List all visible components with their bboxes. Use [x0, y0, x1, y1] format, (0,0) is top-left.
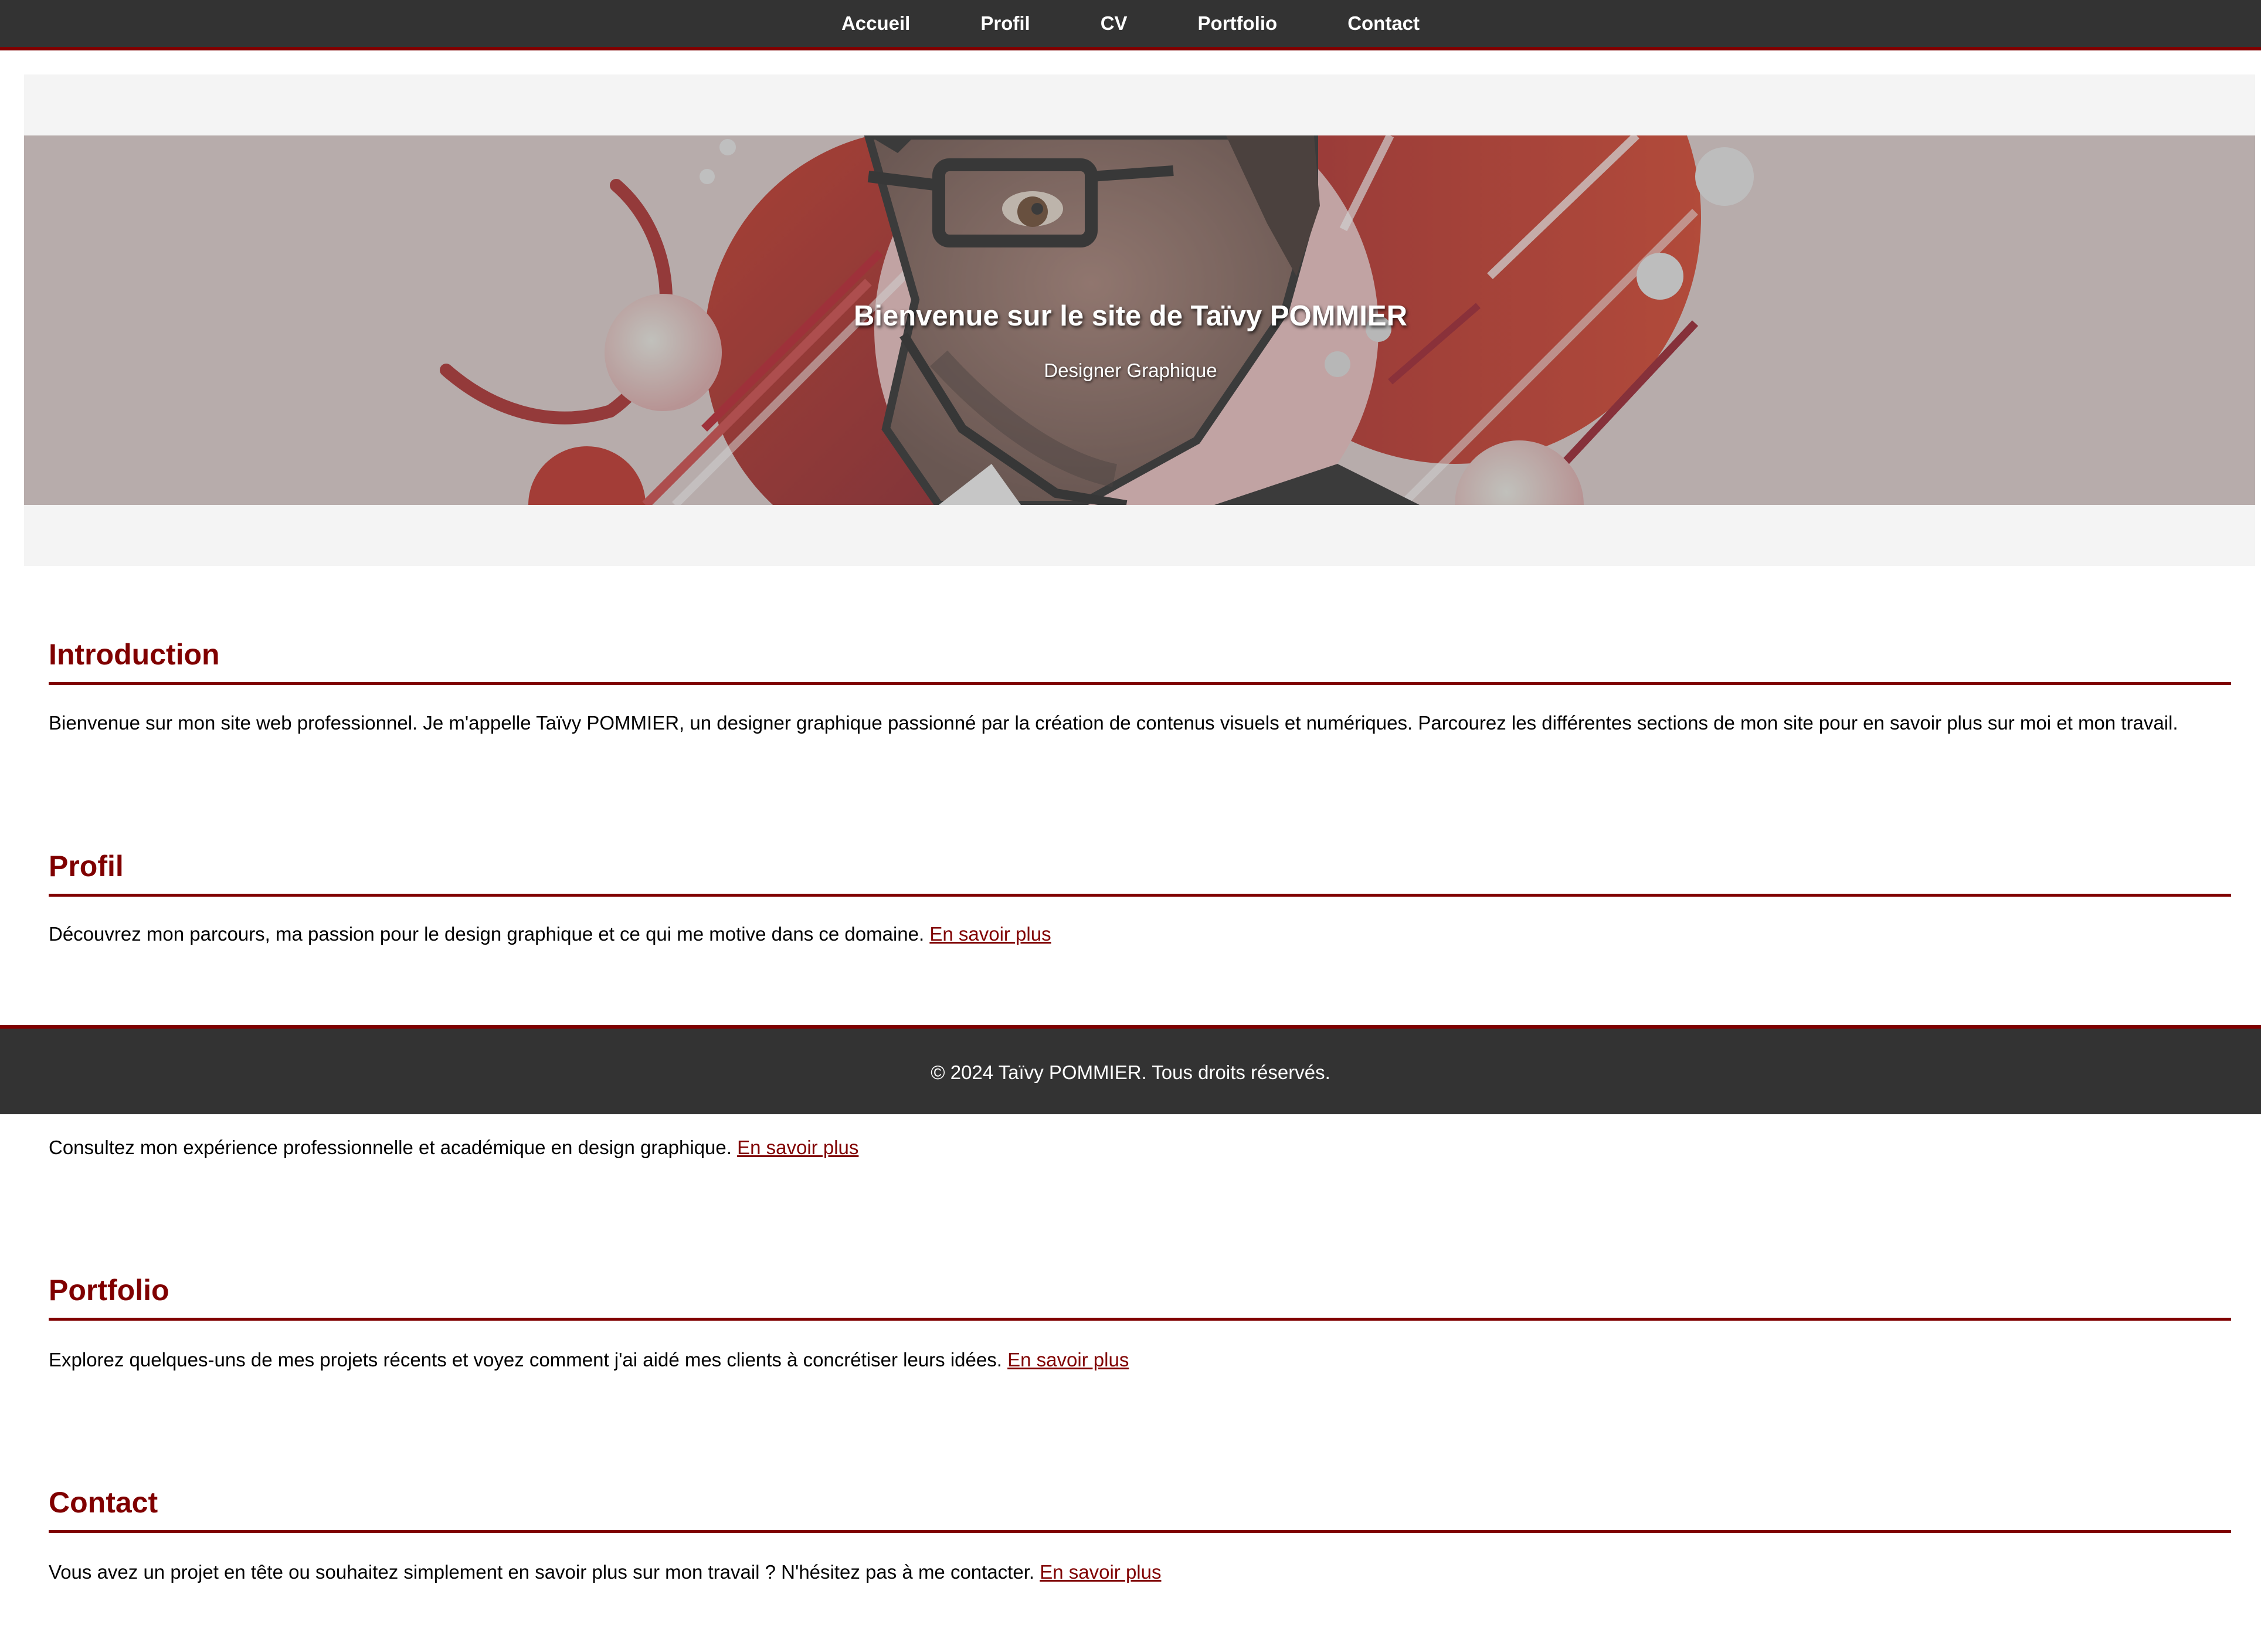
section-text-portfolio-body: Explorez quelques-uns de mes projets réc… — [49, 1349, 1002, 1371]
section-title-profil: Profil — [49, 849, 2231, 897]
section-title-contact: Contact — [49, 1485, 2231, 1533]
footer-copyright: © 2024 Taïvy POMMIER. Tous droits réserv… — [931, 1061, 1330, 1083]
nav-link-accueil[interactable]: Accueil — [841, 12, 910, 35]
section-text-contact-body: Vous avez un projet en tête ou souhaitez… — [49, 1561, 1035, 1583]
more-link-cv[interactable]: En savoir plus — [737, 1137, 858, 1158]
more-link-contact[interactable]: En savoir plus — [1040, 1561, 1161, 1583]
footer: © 2024 Taïvy POMMIER. Tous droits réserv… — [0, 1025, 2261, 1114]
section-text-portfolio: Explorez quelques-uns de mes projets réc… — [49, 1348, 2242, 1372]
more-link-profil[interactable]: En savoir plus — [929, 923, 1051, 945]
section-text-introduction: Bienvenue sur mon site web professionnel… — [49, 712, 2178, 734]
section-text-profil: Découvrez mon parcours, ma passion pour … — [49, 922, 2242, 946]
section-text-contact: Vous avez un projet en tête ou souhaitez… — [49, 1561, 2242, 1584]
section-title-portfolio: Portfolio — [49, 1273, 2231, 1321]
top-navigation: Accueil Profil CV Portfolio Contact — [0, 0, 2261, 50]
nav-link-profil[interactable]: Profil — [980, 12, 1030, 35]
nav-link-cv[interactable]: CV — [1101, 12, 1128, 35]
hero-subtitle: Designer Graphique — [1044, 359, 1217, 381]
section-title-introduction: Introduction — [49, 637, 2231, 685]
nav-links: Accueil Profil CV Portfolio Contact — [0, 0, 2261, 47]
hero-title: Bienvenue sur le site de Taïvy POMMIER — [854, 300, 1407, 332]
nav-link-contact[interactable]: Contact — [1347, 12, 1420, 35]
section-text-cv: Consultez mon expérience professionnelle… — [49, 1136, 2242, 1159]
more-link-portfolio[interactable]: En savoir plus — [1007, 1349, 1129, 1371]
section-text-cv-body: Consultez mon expérience professionnelle… — [49, 1137, 732, 1158]
nav-link-portfolio[interactable]: Portfolio — [1198, 12, 1278, 35]
section-text-profil-body: Découvrez mon parcours, ma passion pour … — [49, 923, 925, 945]
